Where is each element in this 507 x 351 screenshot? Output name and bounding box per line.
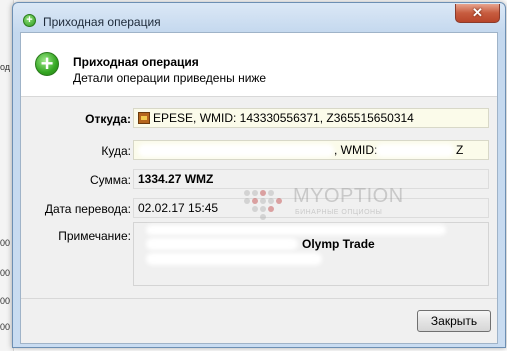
note-value: Olymp Trade [302,237,375,251]
close-button[interactable]: Закрыть [417,310,491,332]
wallet-icon [138,112,150,124]
date-value: 02.02.17 15:45 [138,201,219,215]
from-value: EPESE, WMID: 143330556371, Z365515650314 [153,111,414,125]
header-title: Приходная операция [73,55,199,69]
note-label: Примечание: [58,229,131,243]
watermark-brand: MYOPTION [293,185,404,207]
amount-label: Сумма: [89,173,131,187]
from-field[interactable]: EPESE, WMID: 143330556371, Z365515650314 [133,108,489,128]
to-field[interactable]: , WMID: Z [133,140,489,160]
from-label: Откуда: [85,112,131,126]
redacted-note-line-2 [146,238,298,250]
myoption-watermark: MYOPTION БИНАРНЫЕ ОПЦИОНЫ [239,181,403,231]
dialog-window: + Приходная операция ✕ + Приходная опера… [12,2,506,348]
redacted-name [138,144,334,157]
close-icon: ✕ [472,5,483,20]
window-title: Приходная операция [43,15,161,29]
redacted-wmid [376,144,454,157]
watermark-subtitle: БИНАРНЫЕ ОПЦИОНЫ [295,209,383,216]
to-wmid-label: , WMID: [334,143,378,157]
dialog-header: + Приходная операция Детали операции при… [21,33,497,97]
note-field[interactable]: Olymp Trade [133,222,489,286]
plus-circle-icon: + [35,52,59,76]
dialog-body: + Приходная операция Детали операции при… [20,32,498,344]
watermark-logo-icon [244,190,282,220]
to-label: Куда: [101,144,131,158]
redacted-note-line-3 [146,253,322,265]
title-bar[interactable]: + Приходная операция ✕ [13,3,505,33]
plus-circle-icon: + [23,14,36,27]
to-purse-prefix: Z [456,143,464,157]
header-subtitle: Детали операции приведены ниже [73,71,267,85]
date-label: Дата перевода: [44,202,131,216]
amount-value: 1334.27 WMZ [138,172,214,186]
window-close-button[interactable]: ✕ [455,4,500,23]
footer-divider [21,298,497,299]
